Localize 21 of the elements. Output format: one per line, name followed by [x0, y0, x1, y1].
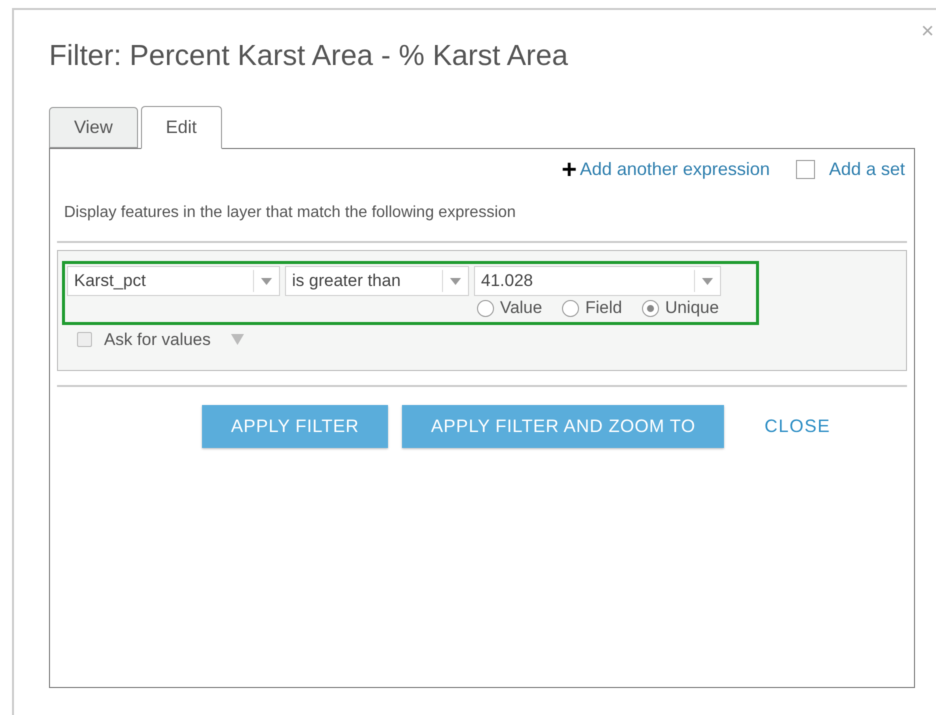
dropdown[interactable]: is greater than	[285, 266, 469, 296]
add-set-label[interactable]: Add a set	[828, 156, 905, 182]
checkbox[interactable]	[796, 160, 815, 178]
description: Display features in the layer that match the following expression	[64, 203, 517, 223]
tab[interactable]: View	[49, 107, 138, 148]
add-expression-link[interactable]: +Add another expression	[562, 156, 770, 182]
dropdown[interactable]: Karst_pct	[67, 266, 280, 296]
dropdown[interactable]: 41.028	[474, 266, 721, 296]
checkbox[interactable]	[77, 332, 92, 348]
radio-option[interactable]: Unique	[642, 298, 719, 318]
plus-icon: +	[562, 156, 577, 182]
dialog-title: Filter: Percent Karst Area - % Karst Area	[49, 39, 569, 74]
ask-for-values-label: Ask for values	[104, 329, 211, 351]
caret-icon	[702, 278, 713, 284]
radio-option[interactable]: Field	[562, 298, 622, 318]
caret-icon	[450, 278, 461, 284]
radio-option[interactable]: Value	[477, 298, 542, 318]
caret-icon	[230, 334, 244, 346]
close-link[interactable]: CLOSE	[764, 413, 830, 440]
tab[interactable]: Edit	[140, 106, 222, 149]
caret-icon	[261, 278, 272, 284]
